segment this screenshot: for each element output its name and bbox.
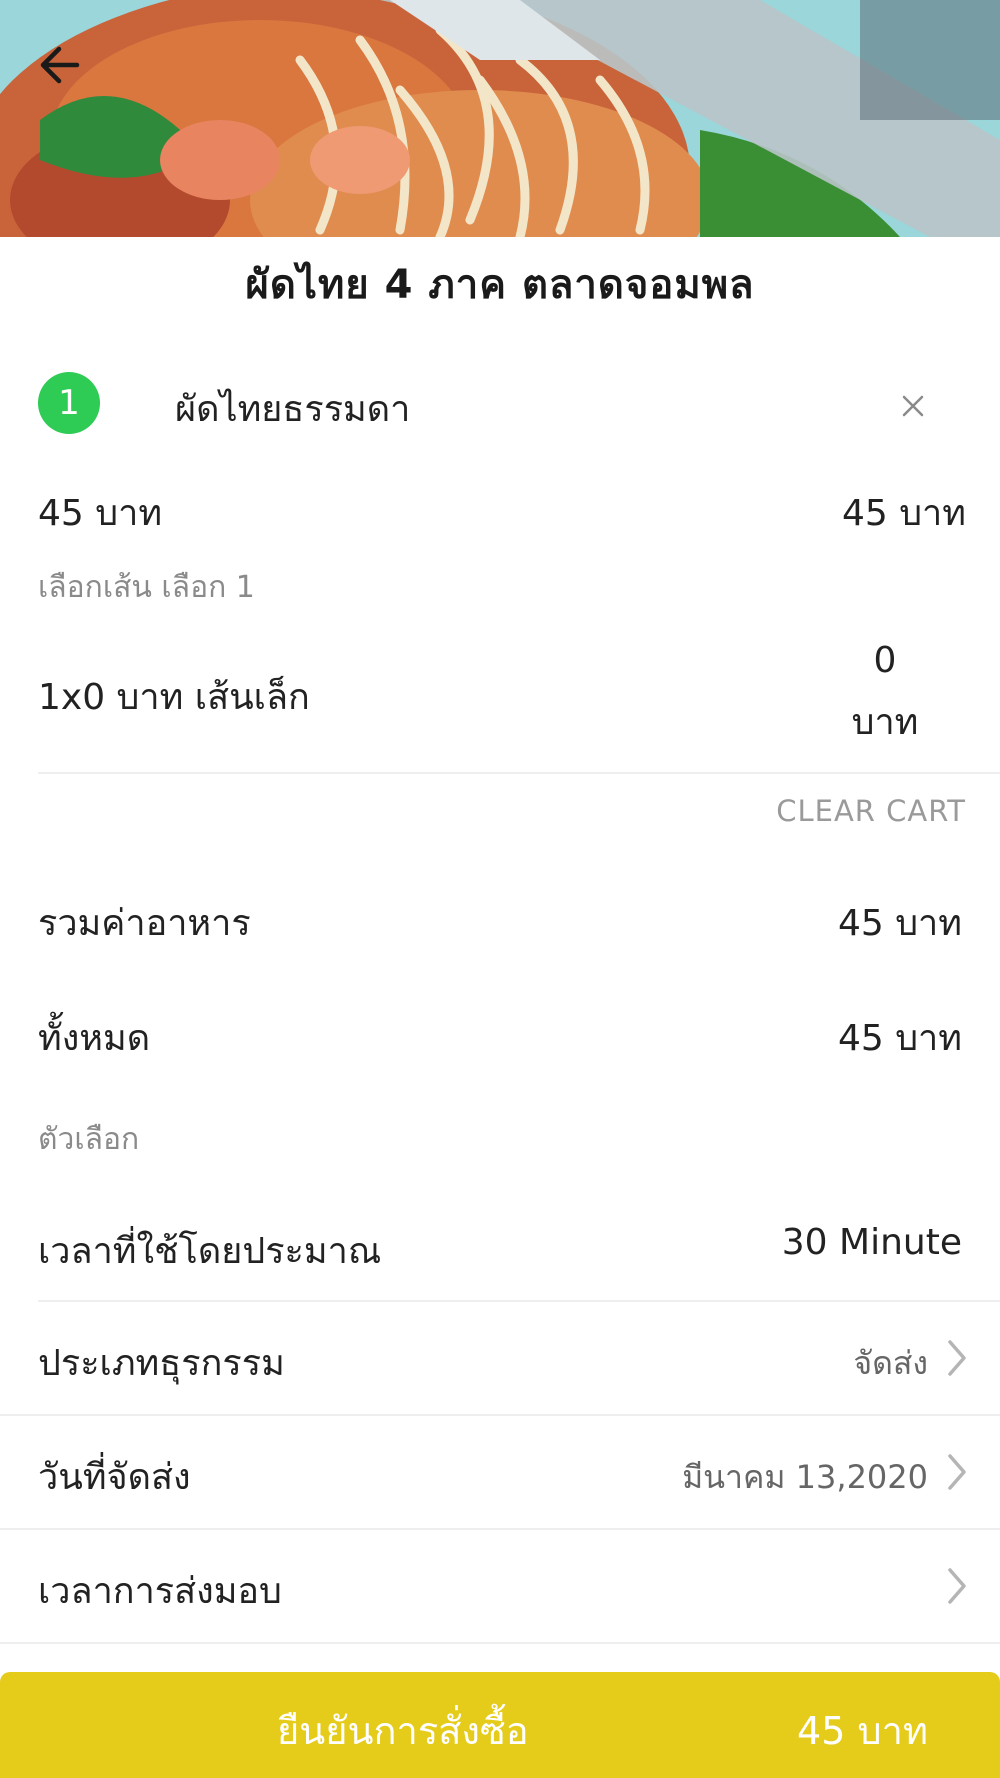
business-type-row[interactable]: ประเภทธุรกรรม จัดส่ง — [0, 1302, 1000, 1414]
option-group-label: เลือกเส้น เลือก 1 — [38, 570, 255, 605]
chevron-right-icon — [948, 1568, 966, 1604]
grand-total-label: ทั้งหมด — [38, 1018, 151, 1059]
item-unit-price: 45 บาท — [38, 493, 163, 534]
quantity-badge: 1 — [38, 372, 100, 434]
clear-cart-button[interactable]: CLEAR CART — [776, 794, 966, 828]
delivery-time-row[interactable]: เวลาการส่งมอบ — [0, 1530, 1000, 1642]
delivery-date-row[interactable]: วันที่จัดส่ง มีนาคม 13,2020 — [0, 1416, 1000, 1528]
confirm-order-total: 45 บาท — [797, 1709, 928, 1753]
food-photo-illustration — [0, 0, 1000, 237]
close-icon — [902, 395, 924, 417]
remove-item-button[interactable] — [890, 383, 936, 429]
confirm-order-label: ยืนยันการสั่งซื้อ — [277, 1709, 529, 1753]
delivery-date-value: มีนาคม 13,2020 — [682, 1458, 928, 1496]
option-detail: 1x0 บาท เส้นเล็ก — [38, 677, 310, 718]
delivery-date-label: วันที่จัดส่ง — [38, 1457, 191, 1498]
business-type-value: จัดส่ง — [853, 1344, 928, 1382]
item-name: ผัดไทยธรรมดา — [175, 389, 411, 430]
chevron-right-icon — [948, 1454, 966, 1490]
delivery-time-label: เวลาการส่งมอบ — [38, 1571, 282, 1612]
grand-total-value: 45 บาท — [837, 1018, 962, 1059]
options-section-label: ตัวเลือก — [38, 1122, 140, 1157]
divider — [0, 1642, 1000, 1644]
item-line-total: 45 บาท — [841, 493, 966, 534]
option-price-amount: 0 — [873, 640, 897, 681]
shop-title: ผัดไทย 4 ภาค ตลาดจอมพล — [245, 262, 755, 308]
business-type-label: ประเภทธุรกรรม — [38, 1343, 285, 1384]
chevron-right-icon — [948, 1340, 966, 1376]
confirm-order-button[interactable]: ยืนยันการสั่งซื้อ 45 บาท — [0, 1672, 1000, 1778]
food-total-value: 45 บาท — [837, 903, 962, 944]
est-time-label: เวลาที่ใช้โดยประมาณ — [38, 1231, 382, 1272]
est-time-value: 30 Minute — [781, 1222, 962, 1263]
arrow-left-icon — [40, 46, 80, 84]
back-button[interactable] — [30, 36, 88, 94]
food-total-label: รวมค่าอาหาร — [38, 903, 251, 944]
divider — [38, 772, 1000, 774]
food-hero-image — [0, 0, 1000, 237]
option-price: 0 บาท — [840, 630, 930, 754]
option-price-unit: บาท — [851, 702, 919, 743]
